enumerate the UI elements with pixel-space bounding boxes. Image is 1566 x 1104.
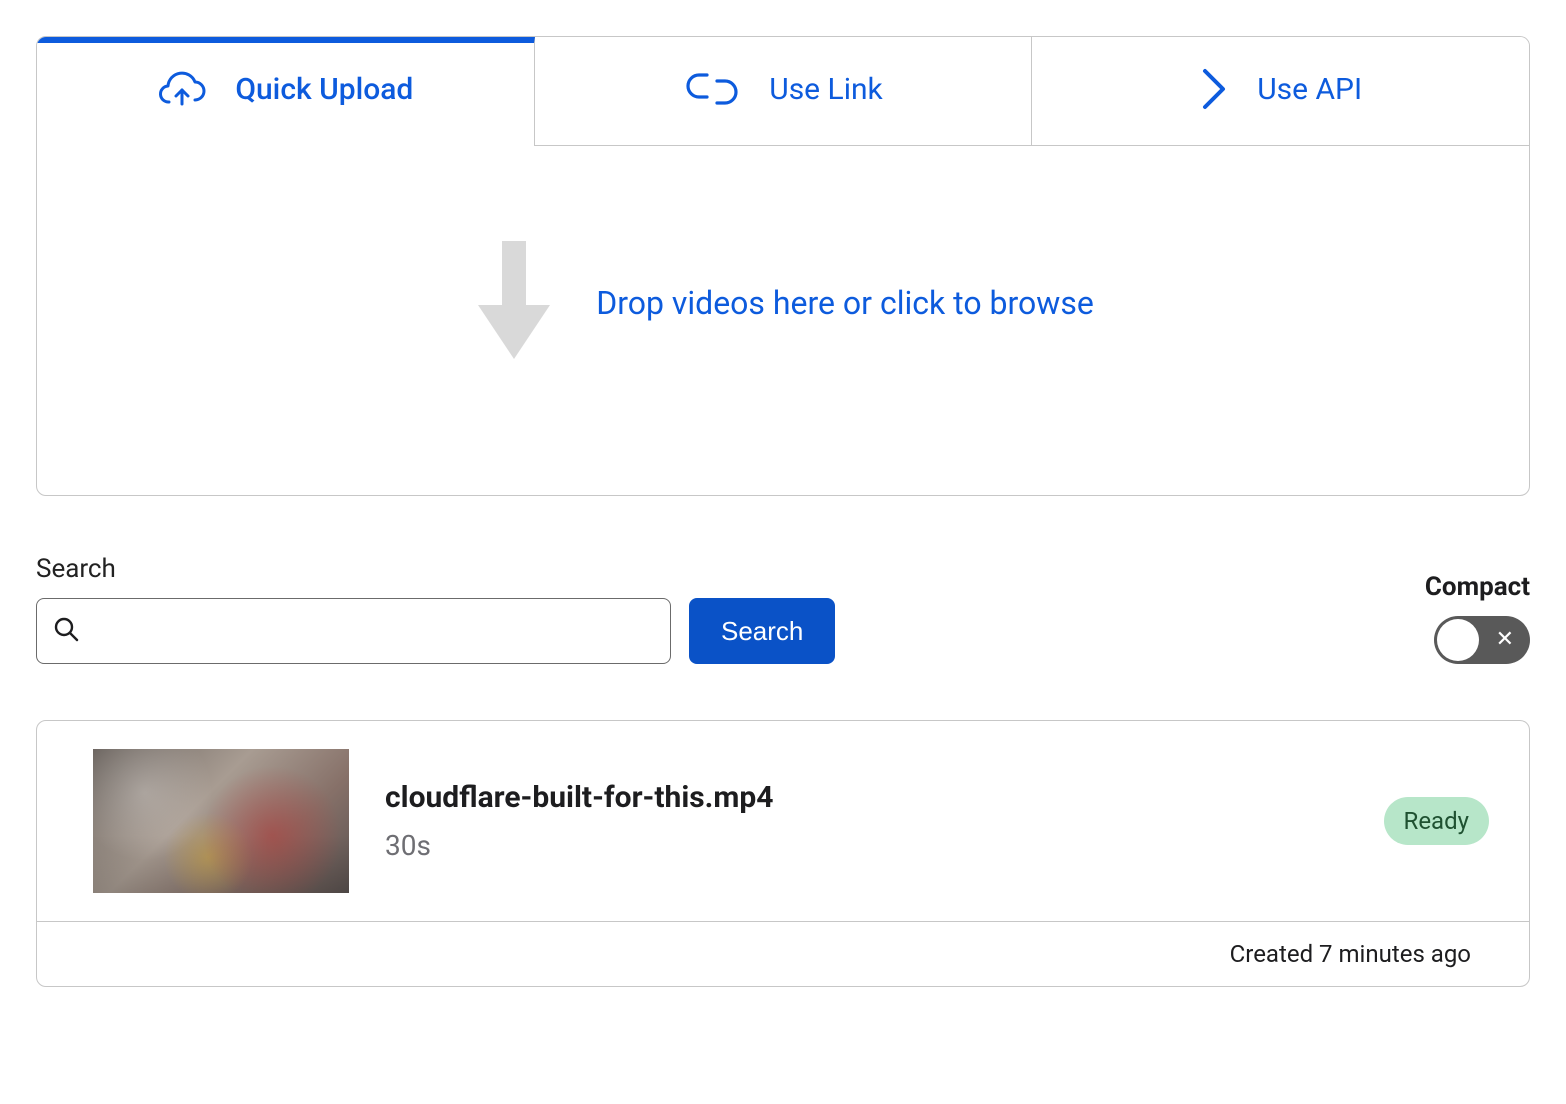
dropzone[interactable]: Drop videos here or click to browse: [37, 146, 1529, 495]
compact-control: Compact ✕: [1425, 572, 1530, 664]
search-button[interactable]: Search: [689, 598, 835, 664]
video-list: cloudflare-built-for-this.mp4 30s Ready …: [36, 720, 1530, 987]
video-thumbnail: [93, 749, 349, 893]
chevron-right-icon: [1199, 67, 1229, 111]
toggle-knob: [1437, 619, 1479, 661]
video-info: cloudflare-built-for-this.mp4 30s: [385, 780, 1348, 862]
search-icon: [53, 616, 79, 646]
upload-card: Quick Upload Use Link Use API: [36, 36, 1530, 496]
search-label: Search: [36, 554, 671, 584]
tab-label: Quick Upload: [235, 72, 413, 107]
search-field-group: Search: [36, 554, 671, 664]
compact-toggle[interactable]: ✕: [1434, 616, 1530, 664]
tab-use-link[interactable]: Use Link: [535, 37, 1033, 146]
video-duration: 30s: [385, 829, 1348, 862]
tab-use-api[interactable]: Use API: [1032, 37, 1529, 146]
download-arrow-icon: [472, 241, 556, 365]
upload-tabs: Quick Upload Use Link Use API: [37, 37, 1529, 146]
dropzone-text: Drop videos here or click to browse: [596, 284, 1094, 322]
link-icon: [683, 72, 741, 106]
close-icon: ✕: [1496, 629, 1514, 651]
compact-label: Compact: [1425, 572, 1530, 602]
search-row: Search Search Compact ✕: [36, 554, 1530, 664]
search-input-wrap[interactable]: [36, 598, 671, 664]
tab-label: Use API: [1257, 72, 1362, 107]
status-badge: Ready: [1384, 797, 1489, 845]
video-item[interactable]: cloudflare-built-for-this.mp4 30s Ready: [37, 721, 1529, 921]
search-input[interactable]: [93, 618, 654, 644]
video-title: cloudflare-built-for-this.mp4: [385, 780, 1348, 815]
cloud-upload-icon: [157, 70, 207, 110]
search-left: Search Search: [36, 554, 835, 664]
tab-quick-upload[interactable]: Quick Upload: [37, 37, 535, 146]
video-footer: Created 7 minutes ago: [37, 921, 1529, 986]
tab-label: Use Link: [769, 72, 883, 107]
